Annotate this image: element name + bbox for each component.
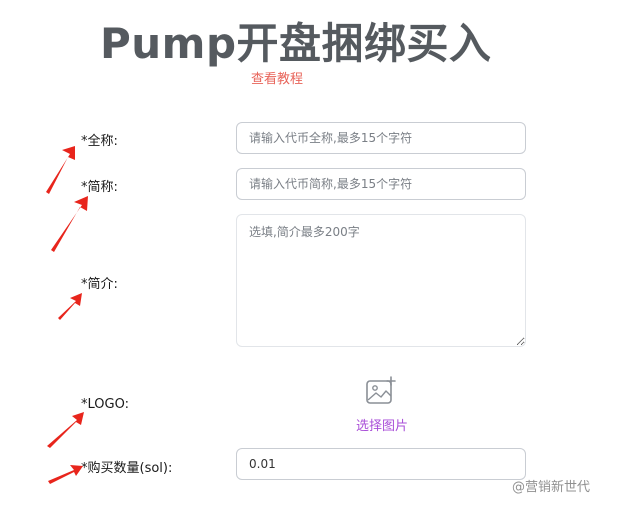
annotation-arrow [46, 146, 75, 194]
upload-text: 选择图片 [355, 419, 408, 434]
intro-textarea[interactable] [236, 214, 526, 347]
logo-label: *LOGO: [81, 397, 129, 412]
annotation-arrow [58, 293, 82, 320]
short-name-label: *简称: [81, 180, 118, 195]
intro-label: *简介: [81, 277, 118, 292]
annotation-arrow [47, 412, 84, 448]
buy-amount-input[interactable] [236, 448, 526, 480]
annotation-arrow [48, 465, 83, 484]
full-name-input[interactable] [236, 122, 526, 154]
short-name-input[interactable] [236, 168, 526, 200]
image-add-icon [366, 376, 396, 404]
tutorial-link[interactable]: 查看教程 [251, 68, 303, 87]
watermark: @营销新世代 [512, 480, 591, 495]
logo-upload-button[interactable]: 选择图片 [350, 376, 414, 434]
annotation-arrow [51, 196, 88, 252]
page-title: Pump开盘捆绑买入 [100, 19, 492, 68]
full-name-label: *全称: [81, 134, 118, 149]
buy-amount-label: *购买数量(sol): [81, 461, 173, 476]
